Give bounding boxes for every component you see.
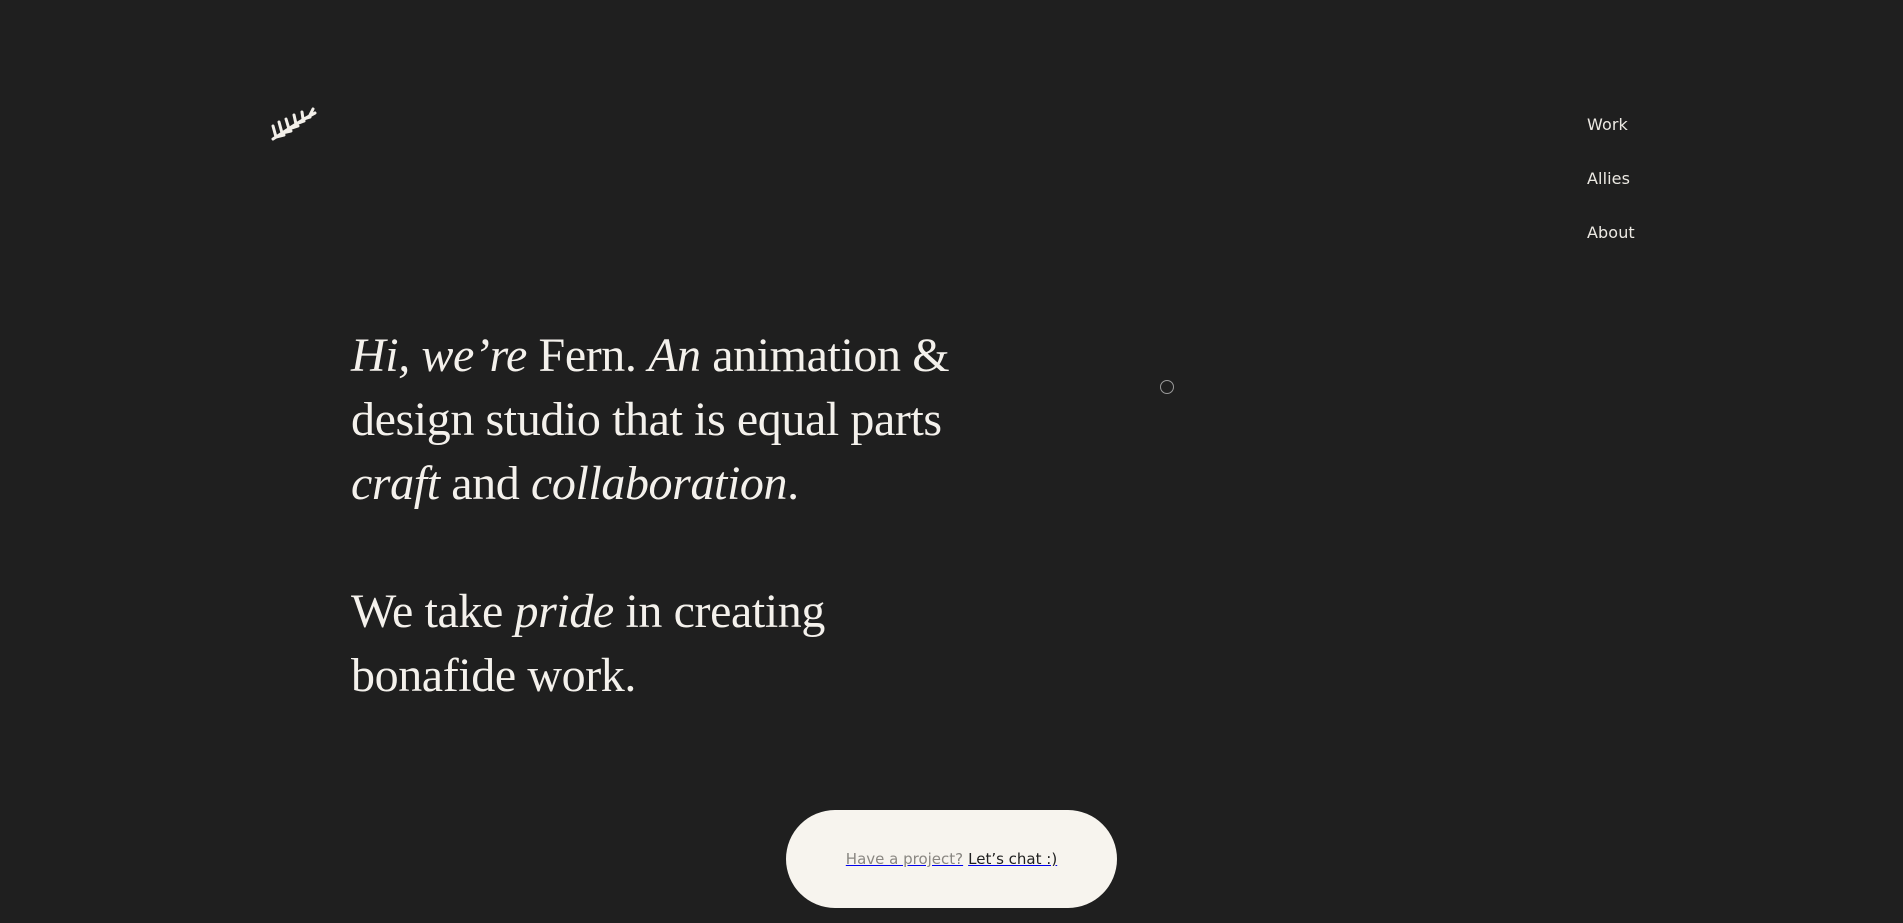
pride-word: pride <box>514 585 615 638</box>
cursor-circle <box>1160 380 1174 394</box>
pride-start: We take <box>351 585 515 638</box>
intro-and: and <box>439 457 531 510</box>
pride-paragraph: We take pride in creating bonafide work. <box>351 580 991 708</box>
intro-end: . <box>787 457 799 510</box>
nav-item-about[interactable]: About <box>1587 221 1635 245</box>
intro-paragraph: Hi, we’re Fern. An animation & design st… <box>351 324 991 516</box>
nav-item-work[interactable]: Work <box>1587 113 1635 137</box>
lets-chat-button[interactable]: Have a project? Let’s chat :) <box>786 810 1117 908</box>
cta-prompt: Have a project? <box>845 850 964 868</box>
cta-action: Let’s chat :) <box>968 850 1058 868</box>
intro-fern: Fern. <box>526 329 649 382</box>
intro-an: An <box>648 329 701 382</box>
main-nav: Work Allies About <box>1587 113 1635 245</box>
intro-collaboration: collaboration <box>530 457 788 510</box>
hero-text: Hi, we’re Fern. An animation & design st… <box>351 324 991 708</box>
fern-leaf-icon <box>271 107 317 141</box>
nav-item-allies[interactable]: Allies <box>1587 167 1635 191</box>
intro-craft: craft <box>351 457 440 510</box>
logo[interactable] <box>270 104 318 142</box>
intro-hi: Hi, we’re <box>351 329 527 382</box>
